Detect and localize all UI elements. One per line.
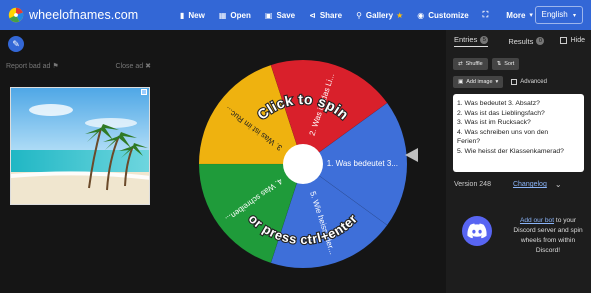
discord-logo-icon bbox=[467, 223, 487, 239]
sort-button[interactable]: ⇅ Sort bbox=[491, 58, 520, 70]
pencil-icon: ✎ bbox=[12, 38, 20, 49]
new-button[interactable]: ▮ New bbox=[180, 11, 205, 20]
palette-icon: ◉ bbox=[417, 10, 425, 20]
discord-promo: Add our bot to your Discord server and s… bbox=[508, 216, 588, 256]
chevron-down-icon: ▾ bbox=[529, 12, 533, 19]
entries-textarea[interactable]: 1. Was bedeutet 3. Absatz? 2. Was ist da… bbox=[453, 94, 584, 172]
more-button[interactable]: More ▾ bbox=[506, 11, 533, 20]
fullscreen-icon: ⛶ bbox=[482, 10, 489, 19]
edit-title-button[interactable]: ✎ bbox=[8, 36, 24, 52]
ad-image[interactable] bbox=[10, 87, 150, 205]
flag-icon: ⚑ bbox=[52, 63, 59, 70]
version-row: Version 248 Changelog ⌄ bbox=[454, 180, 584, 189]
share-icon: ⊲ bbox=[309, 10, 316, 20]
close-icon: ✖ bbox=[145, 63, 151, 70]
entry-line: Ferien? bbox=[457, 138, 481, 145]
checkbox-icon bbox=[511, 79, 518, 85]
gallery-button[interactable]: ⚲ Gallery ★ bbox=[356, 11, 403, 20]
top-menu: ▮ New ▦ Open ▣ Save ⊲ Share ⚲ Gallery ★ … bbox=[180, 0, 547, 30]
add-image-button[interactable]: ▣ Add image ▾ bbox=[453, 76, 504, 88]
entry-line: 5. Wie heisst der Klassenkamerad? bbox=[457, 147, 564, 155]
search-icon: ⚲ bbox=[356, 10, 362, 20]
spin-wheel[interactable]: 1. Was bedeutet 3...5. Wie heisst der...… bbox=[196, 57, 410, 271]
language-select[interactable]: English ▾ bbox=[534, 6, 583, 24]
open-label: Open bbox=[230, 10, 251, 20]
hide-checkbox[interactable]: Hide bbox=[559, 37, 585, 44]
folder-open-icon: ▦ bbox=[218, 10, 227, 20]
wheel-pointer bbox=[405, 148, 418, 162]
chevron-down-icon: ▾ bbox=[495, 79, 499, 85]
star-icon: ★ bbox=[396, 10, 404, 20]
advanced-checkbox[interactable]: Advanced bbox=[511, 76, 547, 88]
checkbox-icon bbox=[559, 37, 567, 44]
entries-toolbar-1: ⇄ Shuffle ⇅ Sort bbox=[453, 58, 591, 70]
tab-entries[interactable]: Entries 5 bbox=[454, 35, 489, 47]
gallery-label: Gallery bbox=[365, 10, 394, 20]
save-icon: ▣ bbox=[264, 10, 273, 20]
shuffle-button[interactable]: ⇄ Shuffle bbox=[453, 58, 488, 70]
entries-toolbar-2: ▣ Add image ▾ Advanced bbox=[453, 76, 591, 88]
wheel-segment-label: 1. Was bedeutet 3... bbox=[327, 159, 398, 168]
sort-label: Sort bbox=[504, 61, 515, 67]
results-count-badge: 0 bbox=[536, 37, 545, 45]
discord-icon bbox=[462, 216, 492, 246]
save-label: Save bbox=[276, 10, 296, 20]
entry-line: 4. Was schreiben uns von den bbox=[457, 128, 549, 136]
open-button[interactable]: ▦ Open bbox=[219, 11, 251, 20]
sort-icon: ⇅ bbox=[496, 61, 502, 67]
ad-choices-icon[interactable] bbox=[141, 89, 147, 95]
entries-count-badge: 5 bbox=[480, 35, 489, 44]
close-ad-label: Close ad bbox=[115, 63, 144, 70]
save-button[interactable]: ▣ Save bbox=[265, 11, 295, 20]
report-ad-link[interactable]: Report bad ad ⚑ bbox=[6, 62, 59, 70]
chevron-down-icon[interactable]: ⌄ bbox=[555, 180, 562, 189]
entries-panel: Entries 5 Results 0 Hide ⇄ Shuffle ⇅ Sor… bbox=[446, 30, 591, 293]
customize-label: Customize bbox=[428, 10, 469, 20]
entry-line: 2. Was ist das Lieblingsfach? bbox=[457, 109, 545, 117]
chevron-down-icon: ▾ bbox=[572, 13, 576, 19]
language-label: English bbox=[541, 10, 568, 19]
shuffle-icon: ⇄ bbox=[458, 61, 463, 67]
entry-line: 3. Was ist im Rucksack? bbox=[457, 119, 531, 126]
wheel-logo-icon bbox=[8, 7, 24, 23]
logo[interactable]: wheelofnames.com bbox=[8, 7, 138, 23]
beach-image bbox=[11, 88, 149, 204]
app-title: wheelofnames.com bbox=[29, 8, 139, 22]
tab-results[interactable]: Results 0 bbox=[508, 36, 545, 46]
version-label: Version 248 bbox=[454, 181, 491, 188]
share-button[interactable]: ⊲ Share bbox=[309, 11, 342, 20]
tab-entries-label: Entries bbox=[454, 35, 478, 44]
entry-line: 1. Was bedeutet 3. Absatz? bbox=[457, 100, 540, 107]
image-icon: ▣ bbox=[458, 79, 464, 85]
share-label: Share bbox=[319, 10, 343, 20]
new-label: New bbox=[188, 10, 205, 20]
close-ad-link[interactable]: Close ad ✖ bbox=[116, 62, 151, 70]
hide-label: Hide bbox=[570, 37, 585, 44]
more-label: More bbox=[506, 10, 526, 20]
customize-button[interactable]: ◉ Customize bbox=[417, 11, 468, 20]
add-bot-link[interactable]: Add our bot bbox=[520, 217, 554, 224]
top-bar: wheelofnames.com ▮ New ▦ Open ▣ Save ⊲ S… bbox=[0, 0, 591, 30]
report-ad-label: Report bad ad bbox=[6, 63, 51, 70]
tab-results-label: Results bbox=[508, 36, 534, 46]
ad-controls: Report bad ad ⚑ Close ad ✖ bbox=[6, 62, 151, 70]
changelog-link[interactable]: Changelog bbox=[513, 181, 547, 188]
shuffle-label: Shuffle bbox=[465, 61, 483, 67]
advanced-label: Advanced bbox=[520, 79, 547, 85]
file-icon: ▮ bbox=[180, 10, 185, 20]
fullscreen-button[interactable]: ⛶ bbox=[483, 10, 493, 20]
add-image-label: Add image bbox=[466, 79, 493, 85]
wheel-center[interactable] bbox=[283, 144, 323, 184]
